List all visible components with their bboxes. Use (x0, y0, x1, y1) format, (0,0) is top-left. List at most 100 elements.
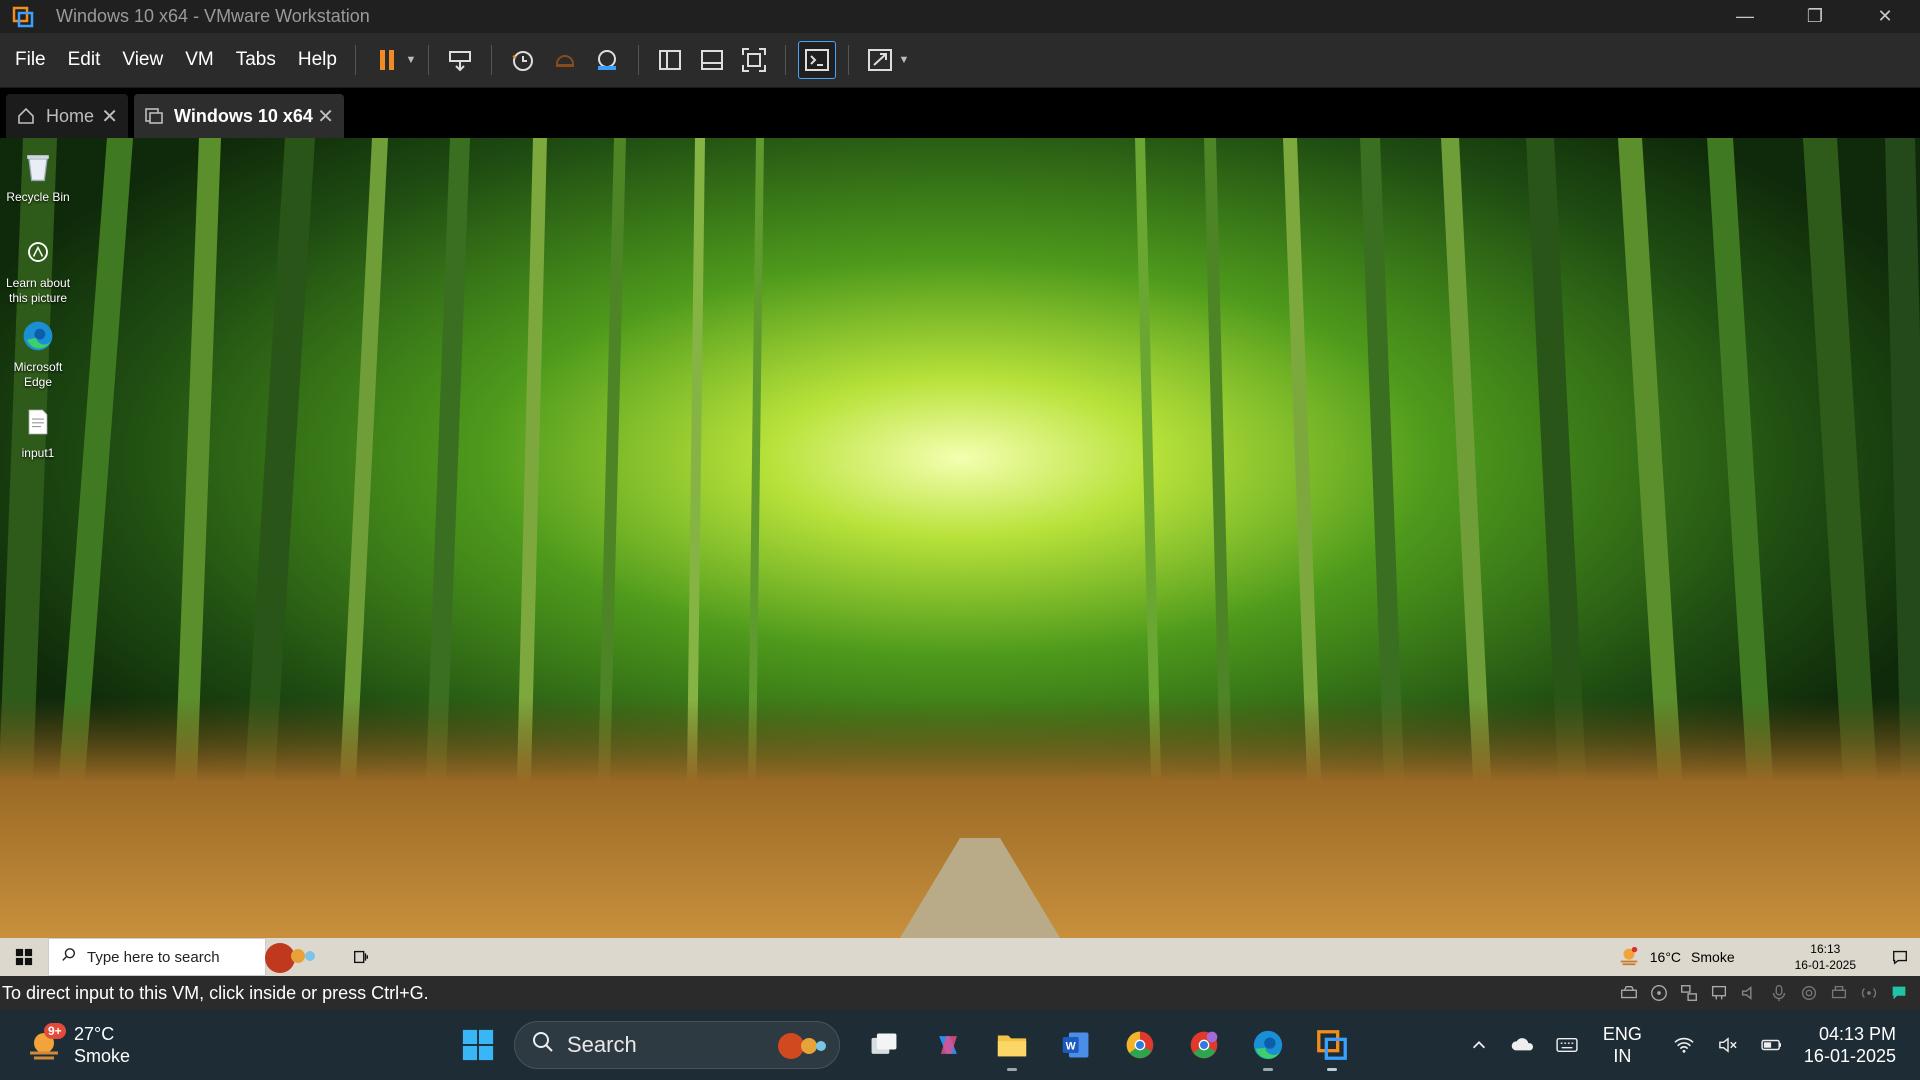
task-view-button[interactable] (346, 938, 376, 976)
menu-view[interactable]: View (114, 49, 171, 71)
guest-time: 16:13 (1810, 942, 1841, 956)
windows11-logo-icon (462, 1029, 494, 1061)
guest-clock[interactable]: 16:13 16-01-2025 (1795, 941, 1856, 973)
volume-tray[interactable] (1710, 1036, 1746, 1054)
vm-console[interactable]: Recycle Bin Learn about this picture Mic… (0, 138, 1920, 976)
tab-vm-label: Windows 10 x64 (174, 105, 313, 126)
sound-card-icon[interactable] (1738, 982, 1760, 1004)
recycle-bin-icon (18, 146, 58, 186)
taskbar-edge[interactable] (1241, 1018, 1295, 1072)
taskbar-word[interactable]: W (1049, 1018, 1103, 1072)
toolbar-separator (847, 45, 849, 75)
taskbar-chrome[interactable] (1113, 1018, 1167, 1072)
tab-windows-10-x64[interactable]: Windows 10 x64 ✕ (134, 94, 344, 138)
desktop-icon-label: Microsoft Edge (13, 360, 63, 389)
window-titlebar: Windows 10 x64 - VMware Workstation — ❐ … (0, 0, 1920, 33)
wifi-tray[interactable] (1666, 1036, 1702, 1054)
host-start-button[interactable] (451, 1018, 505, 1072)
take-snapshot-button[interactable] (504, 41, 542, 79)
full-screen-button[interactable] (735, 41, 773, 79)
running-indicator (1263, 1068, 1273, 1071)
camera-icon (18, 232, 58, 272)
vmware-icon[interactable] (12, 6, 34, 28)
lang-top: ENG (1602, 1024, 1642, 1044)
stretch-dropdown-arrow[interactable]: ▼ (897, 41, 911, 79)
edge-icon (1253, 1030, 1283, 1060)
desktop-icon-label: input1 (21, 446, 55, 460)
desktop-icon-recycle-bin[interactable]: Recycle Bin (2, 146, 74, 205)
cd-dvd-icon[interactable] (1648, 982, 1670, 1004)
menu-edit[interactable]: Edit (60, 49, 109, 71)
stretch-icon (867, 49, 892, 71)
minimize-button[interactable]: — (1710, 0, 1780, 33)
message-log-icon[interactable] (1888, 982, 1910, 1004)
camera-device-icon[interactable] (1798, 982, 1820, 1004)
battery-tray[interactable] (1754, 1036, 1790, 1054)
send-ctrl-alt-del-button[interactable] (441, 41, 479, 79)
battery-icon (1761, 1039, 1781, 1051)
desktop-icon-input1[interactable]: input1 (2, 402, 74, 461)
taskbar-copilot[interactable] (921, 1018, 975, 1072)
input-language-indicator[interactable]: ENG IN (1603, 1023, 1642, 1067)
search-highlight-icon (260, 939, 320, 976)
taskbar-vmware[interactable] (1305, 1018, 1359, 1072)
show-thumbnail-bar-button[interactable] (693, 41, 731, 79)
usb-device-icon[interactable] (1708, 982, 1730, 1004)
menu-file[interactable]: File (7, 49, 54, 71)
wireless-icon[interactable] (1858, 982, 1880, 1004)
onedrive-tray[interactable] (1505, 1036, 1541, 1054)
tab-vm-close-icon[interactable]: ✕ (317, 104, 334, 129)
show-hidden-icons-button[interactable] (1461, 1036, 1497, 1054)
stretch-guest-button[interactable] (861, 41, 899, 79)
bamboo-forest-wallpaper (0, 138, 1920, 938)
host-weather-widget[interactable]: 9+ 27°C Smoke (26, 1010, 130, 1080)
sun-haze-icon: 9+ (26, 1023, 66, 1063)
guest-notification-button[interactable] (1880, 948, 1920, 966)
close-button[interactable]: ✕ (1850, 0, 1920, 33)
guest-start-button[interactable] (0, 938, 48, 976)
keyboard-icon (1556, 1037, 1578, 1053)
guest-weather-widget[interactable]: 16°C Smoke (1618, 945, 1735, 970)
tab-home-close-icon[interactable]: ✕ (101, 104, 118, 129)
host-date: 16-01-2025 (1803, 1046, 1896, 1066)
host-taskbar: 9+ 27°C Smoke Search W ENG IN 04:13 PM 1… (0, 1010, 1920, 1080)
taskbar-chrome-profile[interactable] (1177, 1018, 1231, 1072)
host-clock[interactable]: 04:13 PM 16-01-2025 (1804, 1023, 1896, 1067)
host-search-box[interactable]: Search (514, 1021, 840, 1069)
network-adapter-icon[interactable] (1678, 982, 1700, 1004)
show-library-button[interactable] (651, 41, 689, 79)
printer-icon[interactable] (1828, 982, 1850, 1004)
restore-button[interactable]: ❐ (1780, 0, 1850, 33)
menu-vm[interactable]: VM (177, 49, 222, 71)
tab-home[interactable]: Home ✕ (6, 94, 128, 138)
menu-help[interactable]: Help (290, 49, 345, 71)
desktop-icon-microsoft-edge[interactable]: Microsoft Edge (2, 316, 74, 390)
revert-snapshot-button[interactable] (546, 41, 584, 79)
snapshot-clock-icon (512, 51, 533, 71)
revert-snapshot-icon (555, 55, 574, 67)
snapshot-manager-icon (597, 50, 616, 70)
guest-taskbar: Type here to search 16°C Smoke 16:13 16-… (0, 938, 1920, 976)
console-view-button[interactable] (797, 41, 836, 79)
desktop-icon-learn-about-picture[interactable]: Learn about this picture (2, 232, 74, 306)
volume-muted-icon (1719, 1037, 1737, 1053)
chevron-up-icon (1472, 1041, 1485, 1049)
microphone-icon[interactable] (1768, 982, 1790, 1004)
power-dropdown-arrow[interactable]: ▼ (404, 41, 418, 79)
menu-tabs[interactable]: Tabs (228, 49, 284, 71)
sun-haze-icon (1618, 945, 1640, 970)
guest-search-box[interactable]: Type here to search (48, 938, 315, 976)
touch-keyboard-tray[interactable] (1549, 1036, 1585, 1054)
menu-toolbar: File Edit View VM Tabs Help ▼ ▼ (0, 33, 1920, 88)
onedrive-cloud-icon (1511, 1038, 1533, 1051)
taskbar-task-view[interactable] (857, 1018, 911, 1072)
snapshot-manager-button[interactable] (588, 41, 626, 79)
running-indicator (1327, 1068, 1337, 1071)
tab-bar: Home ✕ Windows 10 x64 ✕ (0, 88, 1920, 138)
pause-button[interactable] (368, 41, 406, 79)
tab-home-label: Home (46, 105, 95, 126)
lang-bottom: IN (1613, 1046, 1632, 1066)
taskbar-file-explorer[interactable] (985, 1018, 1039, 1072)
weather-badge: 9+ (44, 1023, 66, 1039)
hard-disk-icon[interactable] (1618, 982, 1640, 1004)
